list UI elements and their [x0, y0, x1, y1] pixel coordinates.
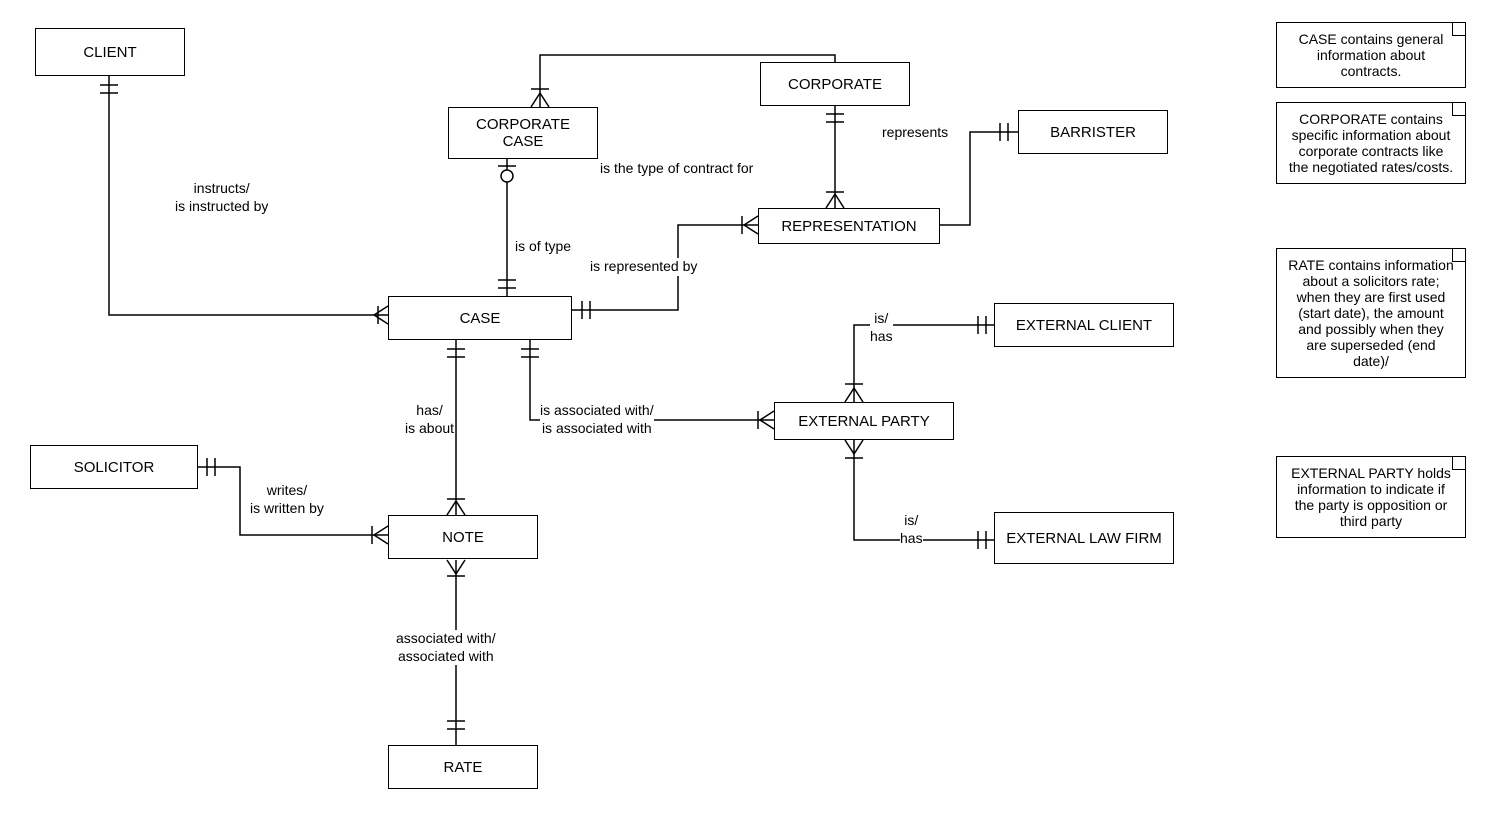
- label-assoc-rate: associated with/ associated with: [396, 630, 496, 665]
- label-instructs: instructs/ is instructed by: [175, 180, 268, 215]
- note-external-party: EXTERNAL PARTY holds information to indi…: [1276, 456, 1466, 538]
- label-is-assoc: is associated with/ is associated with: [540, 402, 654, 437]
- label-is-of-type: is of type: [515, 238, 571, 256]
- label-represents: represents: [882, 124, 948, 142]
- entity-external-client: EXTERNAL CLIENT: [994, 303, 1174, 347]
- label-ishas-elf: is/ has: [900, 512, 923, 547]
- entity-representation: REPRESENTATION: [758, 208, 940, 244]
- entity-barrister: BARRISTER: [1018, 110, 1168, 154]
- label-writes: writes/ is written by: [250, 482, 324, 517]
- entity-client: CLIENT: [35, 28, 185, 76]
- entity-note: NOTE: [388, 515, 538, 559]
- note-rate: RATE contains information about a solici…: [1276, 248, 1466, 378]
- entity-external-party: EXTERNAL PARTY: [774, 402, 954, 440]
- entity-solicitor: SOLICITOR: [30, 445, 198, 489]
- entity-corporate: CORPORATE: [760, 62, 910, 106]
- note-case: CASE contains general information about …: [1276, 22, 1466, 88]
- entity-external-law-firm: EXTERNAL LAW FIRM: [994, 512, 1174, 564]
- label-has-about: has/ is about: [405, 402, 454, 437]
- entity-corporate-case: CORPORATE CASE: [448, 107, 598, 159]
- entity-case: CASE: [388, 296, 572, 340]
- entity-rate: RATE: [388, 745, 538, 789]
- label-ishas-ec: is/ has: [870, 310, 893, 345]
- label-represented-by: is represented by: [590, 258, 697, 276]
- note-corporate: CORPORATE contains specific information …: [1276, 102, 1466, 184]
- label-type-contract: is the type of contract for: [600, 160, 753, 178]
